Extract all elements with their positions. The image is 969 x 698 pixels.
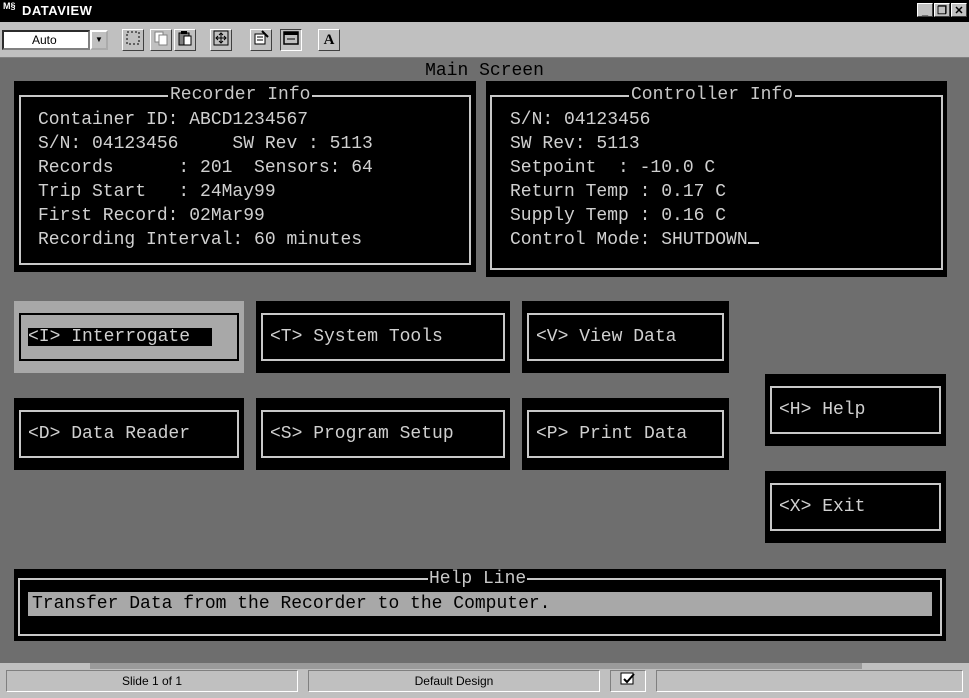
spell-check-icon[interactable] [610, 670, 646, 692]
exit-label: <X> Exit [779, 497, 866, 517]
data-reader-label: <D> Data Reader [28, 424, 191, 444]
help-label: <H> Help [779, 400, 866, 420]
recorder-info-legend: Recorder Info [168, 85, 313, 105]
return-temp: Return Temp : 0.17 C [510, 182, 727, 202]
setpoint: Setpoint : -10.0 C [510, 158, 716, 178]
data-reader-button[interactable]: <D> Data Reader [14, 398, 244, 470]
controller-info-legend: Controller Info [629, 85, 796, 105]
title-bar: M§ DATAVIEW _ ❐ ✕ [0, 0, 969, 22]
chevron-down-icon[interactable]: ▼ [90, 30, 108, 50]
window-controls: _ ❐ ✕ [917, 3, 967, 17]
interrogate-button[interactable]: <I> Interrogate [14, 301, 244, 373]
first-record: First Record: 02Mar99 [38, 206, 265, 226]
view-data-label: <V> View Data [536, 327, 677, 347]
controller-info-panel: Controller Info S/N: 04123456 SW Rev: 51… [486, 81, 947, 277]
recorder-sn-rev: S/N: 04123456 SW Rev : 5113 [38, 134, 373, 154]
paste-icon[interactable] [174, 29, 196, 51]
app-icon: M§ [3, 1, 16, 11]
text-cursor [747, 242, 759, 244]
close-icon[interactable]: ✕ [951, 3, 967, 17]
exit-button[interactable]: <X> Exit [765, 471, 946, 543]
control-mode-line: Control Mode: SHUTDOWN [510, 228, 759, 252]
system-tools-label: <T> System Tools [270, 327, 443, 347]
text-tool-icon[interactable]: A [318, 29, 340, 51]
slide-counter: Slide 1 of 1 [6, 670, 298, 692]
screen-title: Main Screen [425, 61, 544, 81]
fit-window-icon[interactable] [210, 29, 232, 51]
trip-start: Trip Start : 24May99 [38, 182, 276, 202]
restore-icon[interactable]: ❐ [934, 3, 950, 17]
properties-icon[interactable] [250, 29, 272, 51]
system-tools-button[interactable]: <T> System Tools [256, 301, 510, 373]
interrogate-label: <I> Interrogate [28, 328, 213, 346]
supply-temp: Supply Temp : 0.16 C [510, 206, 727, 226]
controller-sw-rev: SW Rev: 5113 [510, 134, 640, 154]
zoom-select[interactable]: Auto [2, 30, 90, 50]
copy-icon[interactable] [150, 29, 172, 51]
records-sensors: Records : 201 Sensors: 64 [38, 158, 373, 178]
print-data-button[interactable]: <P> Print Data [522, 398, 729, 470]
control-mode: Control Mode: SHUTDOWN [510, 230, 748, 250]
horizontal-scrollbar[interactable] [90, 663, 862, 669]
help-button[interactable]: <H> Help [765, 374, 946, 446]
minimize-icon[interactable]: _ [917, 3, 933, 17]
container-id: Container ID: ABCD1234567 [38, 110, 309, 130]
program-setup-button[interactable]: <S> Program Setup [256, 398, 510, 470]
design-name: Default Design [308, 670, 600, 692]
help-line-panel: Help Line Transfer Data from the Recorde… [14, 569, 946, 641]
program-setup-label: <S> Program Setup [270, 424, 454, 444]
window-icon[interactable] [280, 29, 302, 51]
main-screen: Main Screen Recorder Info Container ID: … [0, 58, 969, 663]
view-data-button[interactable]: <V> View Data [522, 301, 729, 373]
status-empty-segment [656, 670, 963, 692]
select-icon[interactable] [122, 29, 144, 51]
recording-interval: Recording Interval: 60 minutes [38, 230, 363, 250]
print-data-label: <P> Print Data [536, 424, 688, 444]
window-title: DATAVIEW [22, 3, 93, 18]
controller-sn: S/N: 04123456 [510, 110, 651, 130]
help-line-legend: Help Line [428, 569, 528, 589]
status-bar: Slide 1 of 1 Default Design [0, 663, 969, 698]
recorder-info-panel: Recorder Info Container ID: ABCD1234567 … [14, 81, 476, 272]
help-line-text: Transfer Data from the Recorder to the C… [28, 592, 932, 616]
toolbar: Auto ▼ A [0, 22, 969, 58]
